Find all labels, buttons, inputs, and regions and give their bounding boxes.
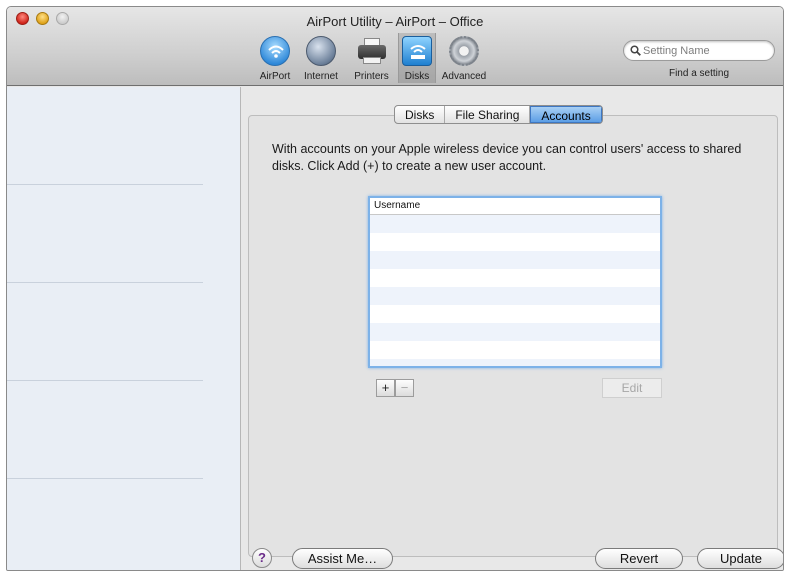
toolbar-item-advanced[interactable]: Advanced (438, 33, 490, 83)
window-title: AirPort Utility – AirPort – Office (306, 14, 484, 29)
toolbar-item-internet[interactable]: Internet (298, 33, 344, 83)
app-window: AirPort Utility – AirPort – Office AirPo… (6, 6, 784, 571)
table-row[interactable] (370, 359, 660, 366)
remove-account-button[interactable]: − (395, 379, 414, 397)
toolbar-item-disks[interactable]: Disks (398, 33, 436, 83)
toolbar: AirPort Utility – AirPort – Office AirPo… (7, 7, 783, 86)
revert-button[interactable]: Revert (595, 548, 683, 569)
update-button[interactable]: Update (697, 548, 783, 569)
table-row[interactable] (370, 233, 660, 251)
search-icon (630, 45, 641, 56)
sidebar-divider (7, 478, 203, 479)
tab-disks[interactable]: Disks (395, 106, 446, 123)
tab-accounts[interactable]: Accounts (530, 106, 602, 123)
assist-me-button[interactable]: Assist Me… (292, 548, 393, 569)
disks-icon (402, 36, 432, 66)
column-header-username[interactable]: Username (370, 198, 660, 215)
edit-account-button[interactable]: Edit (602, 378, 662, 398)
toolbar-item-label: Internet (304, 71, 338, 82)
tab-bar: Disks File Sharing Accounts (394, 105, 603, 124)
toolbar-item-label: Advanced (441, 71, 487, 82)
table-row[interactable] (370, 305, 660, 323)
tab-file-sharing[interactable]: File Sharing (445, 106, 531, 123)
sidebar-divider (7, 184, 203, 185)
sidebar-divider (7, 282, 203, 283)
sidebar (7, 87, 241, 570)
table-body (370, 215, 660, 366)
advanced-gear-icon (449, 36, 479, 66)
search-input[interactable] (643, 43, 769, 58)
toolbar-item-label: Disks (404, 71, 430, 82)
toolbar-item-label: AirPort (259, 71, 291, 82)
accounts-table[interactable]: Username (368, 196, 662, 368)
airport-wifi-icon (260, 36, 290, 66)
toolbar-item-airport[interactable]: AirPort (254, 33, 296, 83)
help-button[interactable]: ? (252, 548, 272, 568)
table-row[interactable] (370, 215, 660, 233)
table-row[interactable] (370, 287, 660, 305)
printer-icon (357, 36, 387, 66)
table-row[interactable] (370, 269, 660, 287)
toolbar-item-label: Printers (354, 71, 389, 82)
settings-pane: Disks File Sharing Accounts With account… (242, 87, 783, 570)
toolbar-item-printers[interactable]: Printers (347, 33, 396, 83)
add-account-button[interactable]: + (376, 379, 395, 397)
table-row[interactable] (370, 251, 660, 269)
search-caption: Find a setting (668, 68, 730, 79)
table-row[interactable] (370, 341, 660, 359)
internet-globe-icon (306, 36, 336, 66)
accounts-description: With accounts on your Apple wireless dev… (272, 142, 742, 173)
table-row[interactable] (370, 323, 660, 341)
setting-search-field[interactable] (623, 40, 775, 61)
sidebar-divider (7, 380, 203, 381)
